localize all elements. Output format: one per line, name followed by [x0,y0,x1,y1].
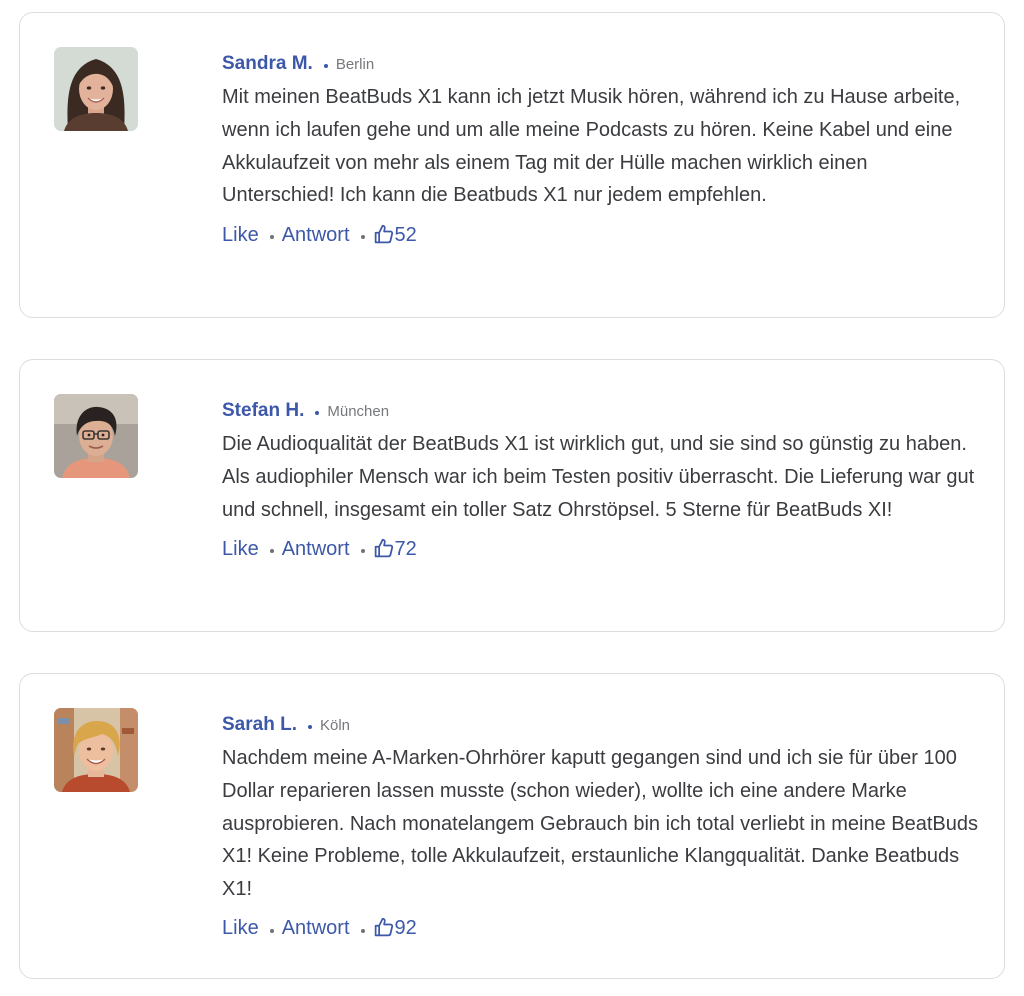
like-count: 92 [394,917,417,940]
comment-header: Sarah L. Köln [222,710,982,740]
like-button[interactable]: Like [222,224,259,247]
comment-actions: Like Antwort 52 [222,220,982,250]
comment-actions: Like Antwort 92 [222,914,982,944]
separator-dot [360,235,365,240]
separator-dot [360,549,365,554]
like-button[interactable]: Like [222,538,259,561]
avatar[interactable] [54,47,138,131]
avatar-photo [54,394,138,478]
separator-dot [323,64,328,68]
author-name[interactable]: Sarah L. [222,714,297,736]
like-count: 52 [394,223,417,246]
separator-dot [269,928,274,933]
author-city: Köln [319,716,351,734]
comment-card: Stefan H. München Die Audioqualität der … [19,359,1005,632]
comment-text: Mit meinen BeatBuds X1 kann ich jetzt Mu… [222,86,961,207]
comment-header: Stefan H. München [222,396,982,426]
avatar-photo [54,708,138,792]
like-button[interactable]: Like [222,917,259,940]
author-city: München [327,402,390,420]
separator-dot [307,725,312,729]
reply-button[interactable]: Antwort [282,917,350,940]
thumbs-up-icon [373,224,394,245]
avatar-photo [54,47,138,131]
reply-button[interactable]: Antwort [282,224,350,247]
comment-actions: Like Antwort 72 [222,534,982,564]
comment-card: Sarah L. Köln Nachdem meine A-Marken-Ohr… [19,673,1005,979]
like-count: 72 [394,537,417,560]
author-name[interactable]: Stefan H. [222,400,304,422]
separator-dot [269,549,274,554]
avatar[interactable] [54,708,138,792]
author-name[interactable]: Sandra M. [222,53,313,75]
author-city: Berlin [335,55,375,73]
separator-dot [269,235,274,240]
thumbs-up-icon [373,538,394,559]
thumbs-up-icon [373,917,394,938]
reply-button[interactable]: Antwort [282,538,350,561]
comment-header: Sandra M. Berlin [222,49,982,79]
separator-dot [360,928,365,933]
avatar[interactable] [54,394,138,478]
comment-text: Die Audioqualität der BeatBuds X1 ist wi… [222,433,975,521]
comment-text: Nachdem meine A-Marken-Ohrhörer kaputt g… [222,747,978,901]
comment-card: Sandra M. Berlin Mit meinen BeatBuds X1 … [19,12,1005,318]
separator-dot [315,411,320,415]
